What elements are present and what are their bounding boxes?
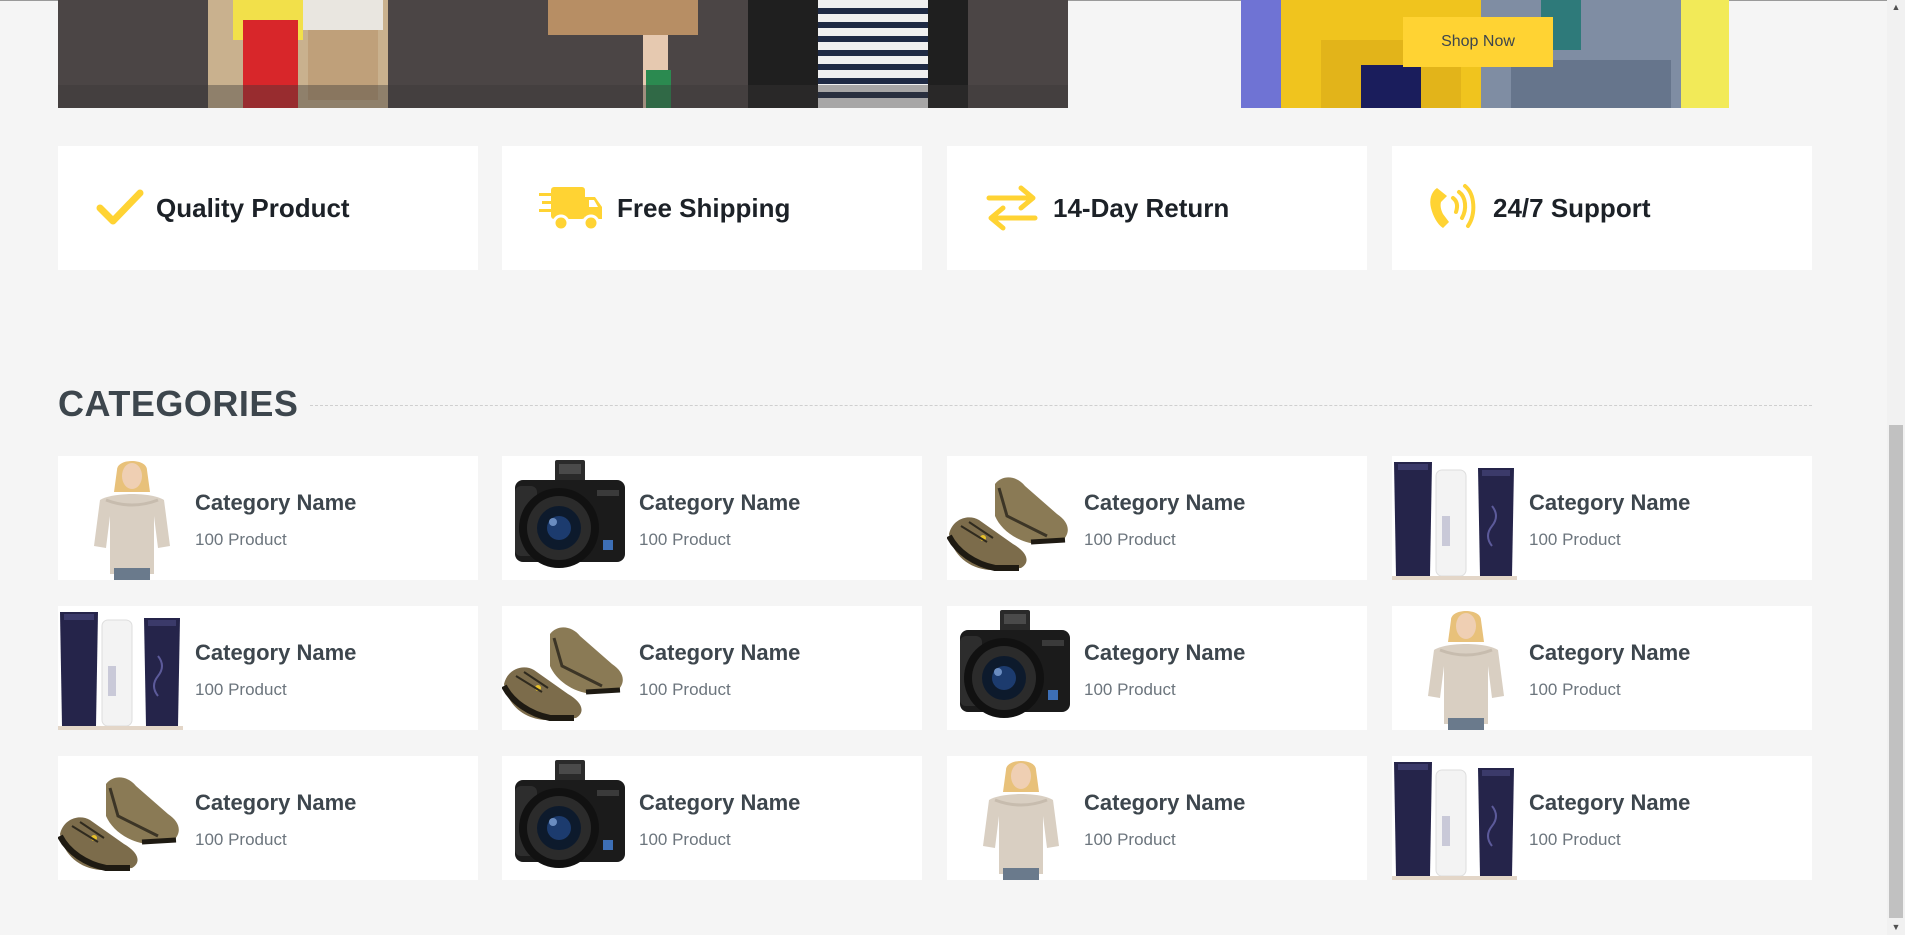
feature-return: 14-Day Return (947, 146, 1367, 270)
category-product-count: 100 Product (639, 530, 731, 549)
category-card[interactable]: Category Name 100 Product (947, 756, 1367, 880)
categories-title: CATEGORIES (58, 383, 299, 424)
category-card[interactable]: Category Name 100 Product (502, 456, 922, 580)
scrollbar-thumb[interactable] (1889, 425, 1903, 918)
category-image-cosmetics[interactable] (58, 606, 183, 730)
check-icon (96, 188, 144, 228)
category-product-count: 100 Product (1084, 680, 1176, 699)
title-divider (310, 405, 1812, 406)
category-name[interactable]: Category Name (1529, 790, 1690, 816)
category-image-shoes[interactable] (58, 756, 183, 880)
category-image-shoes[interactable] (947, 456, 1072, 580)
category-image-camera[interactable] (502, 756, 627, 880)
category-card[interactable]: Category Name 100 Product (58, 756, 478, 880)
feature-quality-product: Quality Product (58, 146, 478, 270)
category-card[interactable]: Category Name 100 Product (1392, 456, 1812, 580)
category-product-count: 100 Product (195, 680, 287, 699)
category-name[interactable]: Category Name (639, 490, 800, 516)
category-name[interactable]: Category Name (195, 490, 356, 516)
category-card[interactable]: Category Name 100 Product (947, 606, 1367, 730)
category-product-count: 100 Product (1084, 530, 1176, 549)
feature-label: 14-Day Return (1053, 192, 1230, 223)
category-image-fashion-woman[interactable] (947, 756, 1072, 880)
category-card[interactable]: Category Name 100 Product (58, 606, 478, 730)
category-name[interactable]: Category Name (1084, 790, 1245, 816)
category-image-fashion-woman[interactable] (58, 456, 183, 580)
feature-label: 24/7 Support (1493, 192, 1651, 223)
feature-label: Free Shipping (617, 192, 791, 223)
category-product-count: 100 Product (195, 830, 287, 849)
category-image-shoes[interactable] (502, 606, 627, 730)
category-card[interactable]: Category Name 100 Product (58, 456, 478, 580)
hero-carousel-photo (58, 0, 1068, 108)
category-name[interactable]: Category Name (195, 790, 356, 816)
feature-support: 24/7 Support (1392, 146, 1812, 270)
category-product-count: 100 Product (1529, 830, 1621, 849)
shipping-truck-icon (539, 183, 603, 233)
category-image-camera[interactable] (502, 456, 627, 580)
category-image-cosmetics[interactable] (1392, 456, 1517, 580)
category-name[interactable]: Category Name (1084, 640, 1245, 666)
exchange-arrows-icon (985, 182, 1039, 234)
category-card[interactable]: Category Name 100 Product (502, 606, 922, 730)
phone-volume-icon (1427, 182, 1479, 234)
category-product-count: 100 Product (1529, 680, 1621, 699)
category-card[interactable]: Category Name 100 Product (1392, 606, 1812, 730)
category-product-count: 100 Product (195, 530, 287, 549)
category-image-fashion-woman[interactable] (1392, 606, 1517, 730)
promo-banner-image[interactable]: Shop Now (1241, 0, 1729, 108)
category-name[interactable]: Category Name (1529, 640, 1690, 666)
category-product-count: 100 Product (639, 830, 731, 849)
category-name[interactable]: Category Name (639, 640, 800, 666)
category-card[interactable]: Category Name 100 Product (1392, 756, 1812, 880)
category-name[interactable]: Category Name (1529, 490, 1690, 516)
category-card[interactable]: Category Name 100 Product (947, 456, 1367, 580)
scroll-up-arrow-icon[interactable]: ▲ (1891, 2, 1901, 12)
shop-now-button[interactable]: Shop Now (1403, 17, 1553, 67)
category-product-count: 100 Product (1084, 830, 1176, 849)
category-product-count: 100 Product (639, 680, 731, 699)
category-product-count: 100 Product (1529, 530, 1621, 549)
category-image-cosmetics[interactable] (1392, 756, 1517, 880)
hero-carousel-image[interactable] (58, 0, 1068, 108)
category-image-camera[interactable] (947, 606, 1072, 730)
category-name[interactable]: Category Name (195, 640, 356, 666)
category-name[interactable]: Category Name (1084, 490, 1245, 516)
scroll-down-arrow-icon[interactable]: ▼ (1891, 922, 1901, 932)
category-card[interactable]: Category Name 100 Product (502, 756, 922, 880)
feature-free-shipping: Free Shipping (502, 146, 922, 270)
feature-label: Quality Product (156, 192, 350, 223)
category-name[interactable]: Category Name (639, 790, 800, 816)
